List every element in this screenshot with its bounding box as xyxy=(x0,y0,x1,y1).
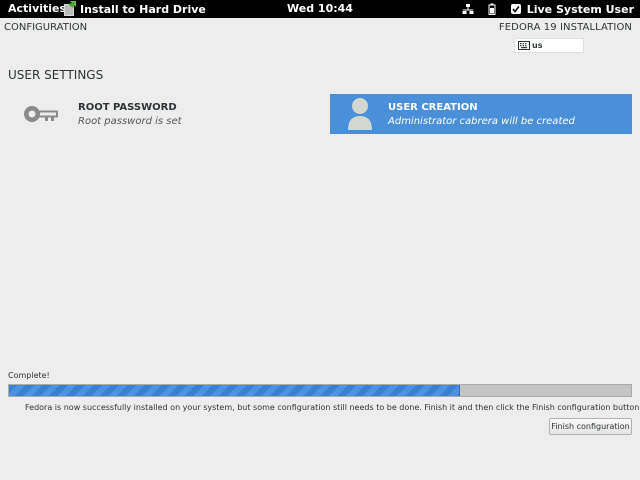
system-tray: Live System User xyxy=(450,0,634,18)
finish-configuration-button[interactable]: Finish configuration xyxy=(549,418,632,435)
hub-title: CONFIGURATION xyxy=(4,22,88,33)
progress-bar xyxy=(8,384,632,397)
battery-icon[interactable] xyxy=(486,3,498,15)
progress-message: Fedora is now successfully installed on … xyxy=(25,403,640,412)
keyboard-layout-indicator[interactable]: us xyxy=(514,38,584,53)
keyboard-icon xyxy=(518,41,530,50)
user-icon xyxy=(338,94,382,134)
key-icon xyxy=(20,94,64,134)
accessibility-icon[interactable] xyxy=(510,3,522,15)
user-menu[interactable]: Live System User xyxy=(527,3,634,16)
network-icon[interactable] xyxy=(462,3,474,15)
product-title: FEDORA 19 INSTALLATION xyxy=(498,22,632,33)
app-menu[interactable]: Install to Hard Drive xyxy=(62,0,206,18)
app-menu-label: Install to Hard Drive xyxy=(80,2,206,16)
progress-bar-fill xyxy=(9,385,460,396)
spoke-status: Administrator cabrera will be created xyxy=(388,115,575,127)
progress-label: Complete! xyxy=(8,371,50,380)
top-bar: Activities Install to Hard Drive Wed 10:… xyxy=(0,0,640,18)
spoke-title: ROOT PASSWORD xyxy=(78,101,177,113)
activities-button[interactable]: Activities xyxy=(8,2,66,15)
spoke-user-creation[interactable]: USER CREATION Administrator cabrera will… xyxy=(330,94,632,134)
section-title: USER SETTINGS xyxy=(8,68,104,82)
clock[interactable]: Wed 10:44 xyxy=(287,2,353,15)
spoke-title: USER CREATION xyxy=(388,101,478,113)
keyboard-layout-label: us xyxy=(532,41,543,50)
spoke-status: Root password is set xyxy=(78,115,182,127)
spoke-root-password[interactable]: ROOT PASSWORD Root password is set xyxy=(16,94,321,134)
installer-icon xyxy=(62,1,78,17)
